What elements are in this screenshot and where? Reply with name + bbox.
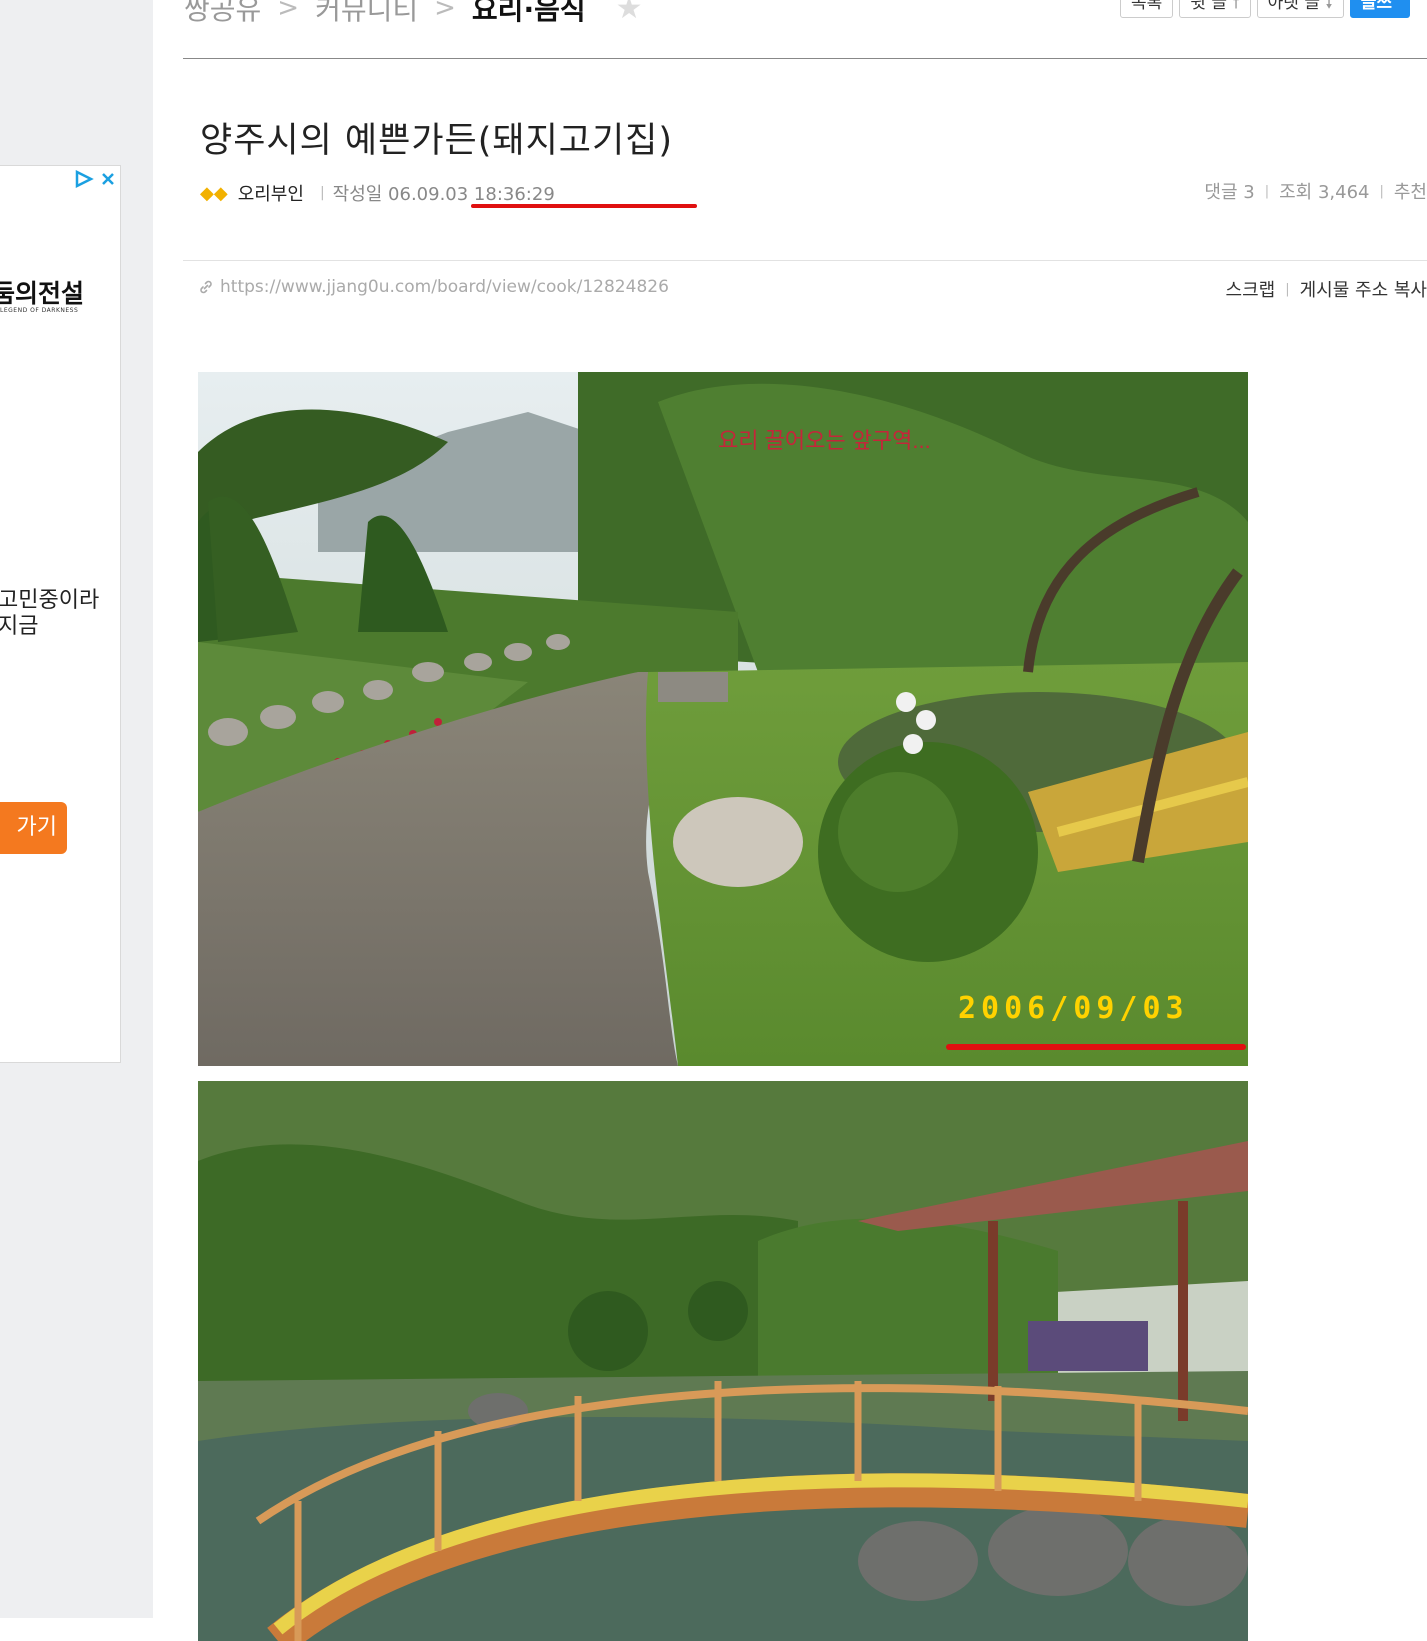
stats-divider: | <box>1379 183 1384 199</box>
breadcrumb-current[interactable]: 요리·음식 <box>472 0 586 28</box>
garden-path-photo: 요리 끌어오는 앞구역... 2006/09/03 <box>198 372 1248 1066</box>
chevron-right-icon: > <box>277 0 300 23</box>
post-toolbar: 목록 윗 글 🠕 아랫 글 🠗 글쓰 <box>1120 0 1410 18</box>
member-level-icon: ◆◆ <box>200 182 228 204</box>
arrow-up-icon: 🠕 <box>1232 0 1240 13</box>
next-post-button[interactable]: 아랫 글 🠗 <box>1256 0 1344 18</box>
ad-cta-button[interactable]: 가기 <box>0 802 67 854</box>
post-stats: 댓글 3 | 조회 3,464 | 추천 <box>1204 178 1427 204</box>
red-underline-annotation <box>946 1044 1246 1050</box>
ad-text-line: 지금 <box>0 614 39 639</box>
ad-text-line: 고민중이라 <box>0 588 100 613</box>
comment-count[interactable]: 댓글 3 <box>1204 178 1254 204</box>
arrow-down-icon: 🠗 <box>1325 0 1333 13</box>
post-title: 양주시의 예쁜가든(돼지고기집) <box>200 121 674 161</box>
copy-url-button[interactable]: 게시물 주소 복사 <box>1300 276 1427 302</box>
post-url-text[interactable]: https://www.jjang0u.com/board/view/cook/… <box>220 277 669 297</box>
ad-logo-subtitle: LEGEND OF DARKNESS <box>0 307 79 314</box>
breadcrumb: 쌍공유 > 커뮤니티 > 요리·음식 ★ <box>184 0 643 28</box>
breadcrumb-item[interactable]: 쌍공유 <box>184 0 261 28</box>
ad-controls <box>74 170 116 188</box>
actions-divider: | <box>1285 281 1290 297</box>
breadcrumb-item[interactable]: 커뮤니티 <box>315 0 418 28</box>
photo-date-stamp: 2006/09/03 <box>958 991 1189 1026</box>
list-button[interactable]: 목록 <box>1120 0 1174 18</box>
ad-text: 고민중이라 지금 <box>0 588 99 640</box>
divider <box>183 260 1427 261</box>
prev-post-label: 윗 글 <box>1190 0 1227 13</box>
scrap-button[interactable]: 스크랩 <box>1226 276 1276 302</box>
link-icon <box>198 279 214 295</box>
favorite-star-icon[interactable]: ★ <box>616 0 643 26</box>
close-icon[interactable] <box>100 171 116 187</box>
post-url: https://www.jjang0u.com/board/view/cook/… <box>198 277 669 297</box>
write-button[interactable]: 글쓰 <box>1349 0 1410 18</box>
photo-caption: 요리 끌어오는 앞구역... <box>718 428 931 453</box>
post-meta: ◆◆ 오리부인 | 작성일 06.09.03 18:36:29 <box>200 180 555 206</box>
left-gutter: 둠의전설 LEGEND OF DARKNESS 고민중이라 지금 가기 <box>0 0 153 1618</box>
ad-choices-icon[interactable] <box>74 170 94 188</box>
stats-divider: | <box>1264 183 1270 199</box>
divider <box>183 58 1427 59</box>
meta-divider: | <box>319 185 325 201</box>
garden-bridge-photo <box>198 1081 1248 1641</box>
prev-post-button[interactable]: 윗 글 🠕 <box>1179 0 1251 18</box>
side-advertisement[interactable]: 둠의전설 LEGEND OF DARKNESS 고민중이라 지금 가기 <box>0 165 121 1063</box>
red-underline-annotation <box>471 204 697 208</box>
post-view: 쌍공유 > 커뮤니티 > 요리·음식 ★ 목록 윗 글 🠕 아랫 글 🠗 글쓰 … <box>153 0 1427 1641</box>
post-date: 작성일 06.09.03 18:36:29 <box>332 184 555 205</box>
chevron-right-icon: > <box>434 0 456 23</box>
next-post-label: 아랫 글 <box>1267 0 1320 13</box>
author-name[interactable]: 오리부인 <box>238 180 304 206</box>
recommend-count: 추천 <box>1393 182 1427 203</box>
post-actions: 스크랩 | 게시물 주소 복사 <box>1226 276 1427 302</box>
ad-logo: 둠의전설 <box>0 279 85 308</box>
view-count: 조회 3,464 <box>1279 182 1370 203</box>
